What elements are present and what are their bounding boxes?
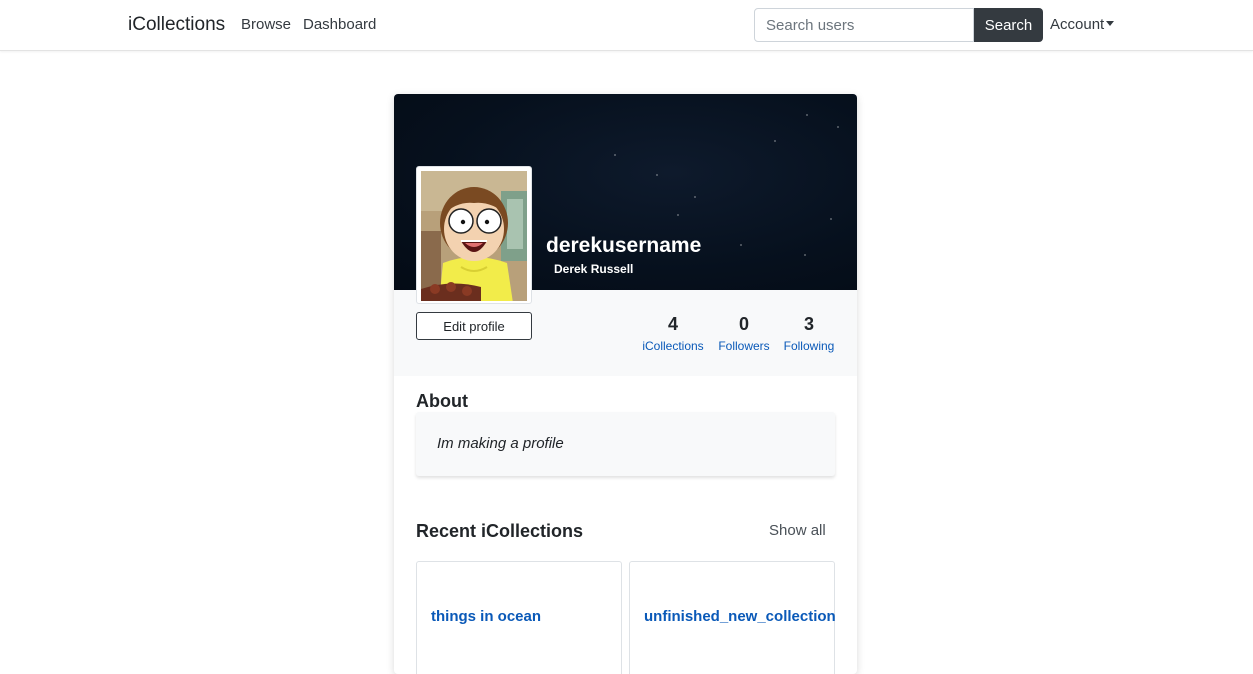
profile-full-name: Derek Russell: [554, 262, 634, 276]
search-button[interactable]: Search: [974, 8, 1043, 42]
account-dropdown[interactable]: Account: [1050, 16, 1115, 33]
caret-down-icon: [1106, 21, 1115, 26]
stat-icollections-count: 4: [667, 314, 678, 334]
nav-link-dashboard[interactable]: Dashboard: [303, 16, 376, 33]
stat-followers-label[interactable]: Followers: [714, 339, 774, 353]
nav-link-browse[interactable]: Browse: [241, 16, 291, 33]
about-heading: About: [416, 391, 468, 411]
stat-followers[interactable]: 0 Followers: [714, 314, 774, 353]
search-users-input[interactable]: [754, 8, 974, 42]
stat-following-count: 3: [803, 314, 814, 334]
profile-card: derekusername Derek Russell Edit profile…: [394, 94, 857, 674]
avatar-cartoon-icon: [421, 171, 527, 301]
edit-profile-button[interactable]: Edit profile: [416, 312, 532, 340]
profile-avatar: [416, 166, 532, 304]
collection-card[interactable]: things in ocean: [416, 561, 622, 674]
collection-card[interactable]: unfinished_new_collection: [629, 561, 836, 674]
stat-icollections[interactable]: 4 iCollections: [637, 314, 709, 353]
collection-card-title[interactable]: unfinished_new_collection: [644, 608, 836, 625]
navbar: iCollections Browse Dashboard Search Acc…: [0, 0, 1253, 51]
account-label: Account: [1050, 16, 1105, 33]
about-text: Im making a profile: [437, 435, 564, 452]
profile-username: derekusername: [546, 234, 702, 257]
collection-card-title[interactable]: things in ocean: [431, 608, 541, 625]
show-all-link[interactable]: Show all: [769, 522, 826, 539]
stat-followers-count: 0: [738, 314, 749, 334]
stat-following[interactable]: 3 Following: [779, 314, 839, 353]
about-box: Im making a profile: [416, 412, 835, 476]
stat-following-label[interactable]: Following: [779, 339, 839, 353]
stat-icollections-label[interactable]: iCollections: [637, 339, 709, 353]
recent-icollections-heading: Recent iCollections: [416, 521, 584, 541]
brand-logo-link[interactable]: iCollections: [128, 14, 225, 36]
